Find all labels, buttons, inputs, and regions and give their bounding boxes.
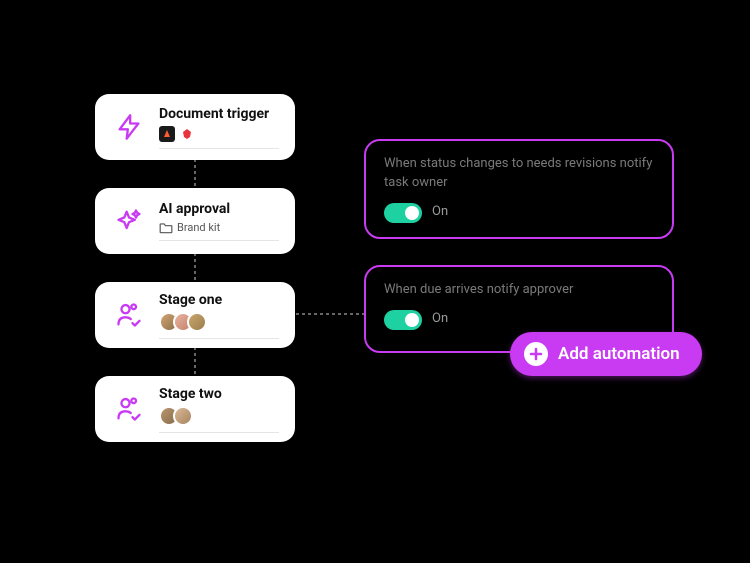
avatar-stack	[159, 406, 193, 426]
folder-icon	[159, 222, 173, 234]
stage-meta	[159, 312, 279, 332]
automation-description: When status changes to needs revisions n…	[384, 155, 654, 193]
automation-description: When due arrives notify approver	[384, 281, 654, 300]
stage-card-document-trigger[interactable]: Document trigger	[95, 94, 295, 160]
automation-toggle[interactable]	[384, 310, 422, 330]
meta-label: Brand kit	[177, 221, 220, 234]
sparkle-icon	[111, 203, 147, 239]
add-automation-button[interactable]: Add automation	[510, 332, 702, 376]
stage-card-stage-two[interactable]: Stage two	[95, 376, 295, 442]
plus-icon	[524, 342, 548, 366]
stage-meta: Brand kit	[159, 221, 279, 234]
automation-panel-1[interactable]: When status changes to needs revisions n…	[364, 139, 674, 239]
app-chip-1	[159, 126, 175, 142]
stage-meta	[159, 406, 279, 426]
user-check-icon	[111, 297, 147, 333]
stage-meta	[159, 126, 279, 142]
avatar	[187, 312, 207, 332]
user-check-icon	[111, 391, 147, 427]
stage-title: Document trigger	[159, 106, 279, 122]
workflow-canvas: Document trigger AI approval	[0, 0, 750, 563]
toggle-state-label: On	[432, 310, 448, 329]
stage-title: Stage two	[159, 386, 279, 402]
toggle-state-label: On	[432, 203, 448, 222]
automation-toggle[interactable]	[384, 203, 422, 223]
lightning-icon	[111, 109, 147, 145]
add-automation-label: Add automation	[558, 344, 680, 364]
stage-card-stage-one[interactable]: Stage one	[95, 282, 295, 348]
avatar-stack	[159, 312, 207, 332]
app-chip-2	[179, 126, 195, 142]
avatar	[173, 406, 193, 426]
stage-card-ai-approval[interactable]: AI approval Brand kit	[95, 188, 295, 254]
stage-title: Stage one	[159, 292, 279, 308]
stage-title: AI approval	[159, 201, 279, 217]
